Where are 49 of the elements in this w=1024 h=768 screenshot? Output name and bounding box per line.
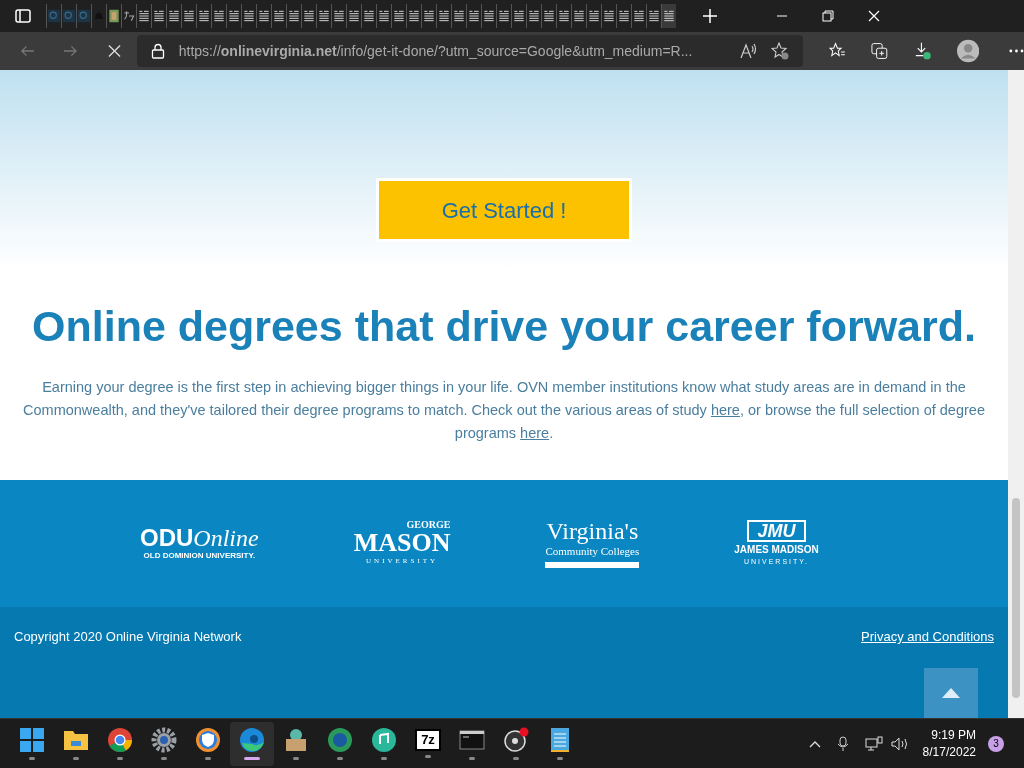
music-icon: [371, 727, 397, 753]
university-logo: ODUOnline OLD DOMINION UNIVERSITY.: [140, 525, 259, 562]
restore-icon[interactable]: [822, 10, 834, 22]
intro-paragraph: Earning your degree is the first step in achieving bigger things in your life. OVN member institutions know what study areas are in demand in the Commonwealth, and they've tailored their degree programs to match. Check out the various areas of study here, or browse the full selection of degree programs here.: [22, 378, 986, 443]
more-icon[interactable]: [1009, 49, 1024, 53]
address-bar[interactable]: https://onlinevirginia.net/info/get-it-done/?utm_source=Google&utm_medium=R...: [136, 35, 803, 67]
microphone-icon[interactable]: [836, 735, 849, 752]
scroll-to-top-button[interactable]: [924, 668, 978, 718]
here-link[interactable]: here: [520, 425, 550, 441]
shield-icon: [195, 727, 221, 753]
copyright-text: Copyright 2020 Online Virginia Network: [14, 628, 242, 646]
browser-icon: [327, 727, 353, 753]
edge-browser-icon: [239, 727, 265, 753]
terminal-icon: [459, 727, 485, 753]
clock[interactable]: 9:19 PM 8/17/2022: [922, 726, 976, 761]
read-aloud-icon[interactable]: [738, 42, 757, 60]
favorites-icon[interactable]: [828, 42, 846, 60]
date-text: 8/17/2022: [922, 743, 976, 761]
url-text: https://onlinevirginia.net/info/get-it-done/?utm_source=Google&utm_medium=R...: [178, 41, 693, 61]
settings-icon: [151, 727, 177, 753]
notification-badge[interactable]: 3: [988, 735, 1004, 752]
stop-loading-icon[interactable]: [107, 44, 121, 58]
download-icon[interactable]: [914, 41, 933, 61]
back-icon[interactable]: [20, 43, 35, 59]
college-logo: Virginia's Community Colleges: [545, 519, 640, 568]
chevron-up-icon[interactable]: [808, 739, 821, 748]
taskbar-app-button[interactable]: [230, 721, 274, 766]
taskbar-app-button[interactable]: 7z: [406, 721, 450, 766]
privacy-link[interactable]: Privacy and Conditions: [861, 627, 994, 647]
new-tab-icon[interactable]: [702, 8, 718, 24]
forward-icon[interactable]: [62, 43, 78, 59]
archive-app-icon: 7z: [415, 729, 441, 751]
add-favorite-icon[interactable]: [770, 42, 789, 60]
page-heading: Online degrees that drive your career forward.: [31, 301, 977, 352]
box-icon: [283, 727, 309, 753]
here-link[interactable]: here: [710, 402, 740, 418]
browser-icon: [107, 727, 133, 753]
close-icon[interactable]: [868, 10, 880, 22]
tab-actions-icon[interactable]: [14, 7, 32, 25]
time-text: 9:19 PM: [931, 726, 976, 744]
profile-avatar-icon[interactable]: [956, 39, 980, 63]
get-started-button[interactable]: Get Started !: [376, 178, 632, 242]
windows-start-icon: [19, 727, 45, 753]
up-triangle-icon: [942, 688, 960, 698]
network-icon[interactable]: [864, 735, 883, 752]
collections-icon[interactable]: [871, 42, 889, 60]
volume-icon[interactable]: [890, 736, 909, 751]
recorder-icon: [503, 727, 529, 753]
lock-icon: [150, 43, 165, 59]
